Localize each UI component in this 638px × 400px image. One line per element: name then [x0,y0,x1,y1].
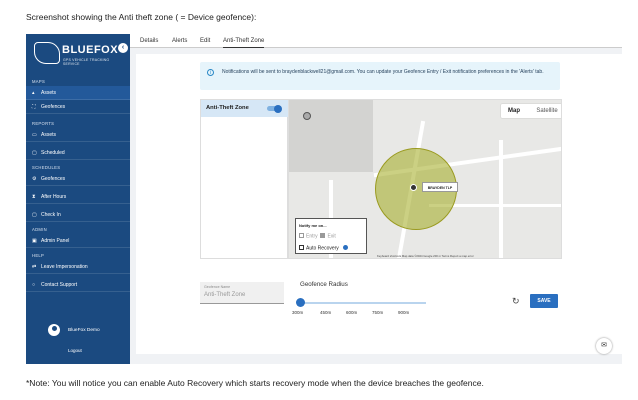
tab-details[interactable]: Details [140,34,158,48]
radius-tick: 900m [398,310,410,315]
notification-text: Notifications will be sent to braydenbla… [222,69,544,75]
sidebar-item-after-hours[interactable]: ⧗ After Hours [26,190,130,204]
notification-banner: i Notifications will be sent to braydenb… [200,62,560,90]
device-pin-icon[interactable] [410,184,417,191]
tab-bar: Details Alerts Edit Anti-Theft Zone [130,34,622,48]
sidebar: BLUEFOX GPS VEHICLE TRACKING SERVICE ‹ M… [26,34,130,364]
logout-link[interactable]: Logout [68,348,82,353]
map-type-map-button[interactable]: Map [501,104,527,118]
panel-icon: ▣ [32,238,37,244]
sidebar-item-geofences-map[interactable]: ⛶ Geofences [26,100,130,114]
chat-icon[interactable]: ✉ [596,338,612,354]
fox-logo-icon [34,42,60,64]
auto-recovery-checkbox[interactable] [299,245,304,250]
notify-popup: Notify me on... Entry Exit Auto Recovery [295,218,367,254]
fence-icon: ⛶ [32,104,36,110]
chart-icon: ▴ [32,90,35,96]
sidebar-item-assets-map[interactable]: ▴ Assets [26,86,130,100]
exit-label: Exit [327,233,336,240]
gear-icon: ⚙ [32,176,37,182]
logo-text: BLUEFOX [62,44,119,56]
caption-top: Screenshot showing the Anti theft zone (… [26,12,257,22]
map-type-switch: Map Satellite [501,104,561,118]
info-icon[interactable] [342,245,348,250]
car-icon: ▭ [32,132,37,138]
avatar-icon [48,324,60,336]
radius-tick: 600m [346,310,358,315]
section-admin: ADMIN [32,227,47,232]
calendar-icon: ▢ [32,212,37,218]
notify-entry-exit-row: Entry Exit [299,233,336,240]
map-attribution: Keyboard shortcuts Map data ©2024 Google… [377,254,474,258]
sidebar-item-leave-impersonation[interactable]: ⇄ Leave Impersonation [26,260,130,274]
sidebar-item-contact-support[interactable]: ○ Contact Support [26,278,130,292]
section-maps: MAPS [32,79,46,84]
hourglass-icon: ⧗ [32,194,36,200]
zone-title: Anti-Theft Zone [206,105,249,111]
exit-checkbox[interactable] [320,233,326,238]
reset-icon[interactable]: ↻ [512,296,520,307]
entry-checkbox[interactable] [299,233,304,238]
section-reports: REPORTS [32,121,55,126]
sidebar-item-assets-report[interactable]: ▭ Assets [26,128,130,142]
section-schedules: SCHEDULES [32,165,61,170]
zone-list-panel: Anti-Theft Zone [200,99,289,259]
save-button[interactable]: SAVE [530,294,558,308]
tab-anti-theft-zone[interactable]: Anti-Theft Zone [223,34,265,48]
radius-tick: 450m [320,310,332,315]
auto-recovery-row: Auto Recovery [299,245,348,252]
sidebar-item-admin-panel[interactable]: ▣ Admin Panel [26,234,130,248]
map-type-satellite-button[interactable]: Satellite [527,104,561,118]
radius-slider-track[interactable] [300,302,426,304]
logo-subtitle: GPS VEHICLE TRACKING SERVICE [63,58,110,66]
logo: BLUEFOX GPS VEHICLE TRACKING SERVICE [32,40,124,72]
geofence-name-value: Anti-Theft Zone [204,292,246,298]
app-screenshot: BLUEFOX GPS VEHICLE TRACKING SERVICE ‹ M… [26,34,622,364]
caption-bottom: *Note: You will notice you can enable Au… [26,378,484,388]
sidebar-item-check-in[interactable]: ▢ Check In [26,208,130,222]
calendar-icon: ▢ [32,150,37,156]
main-content: i Notifications will be sent to braydenb… [136,54,622,354]
auto-recovery-label: Auto Recovery [306,245,339,252]
sidebar-item-geofences-schedule[interactable]: ⚙ Geofences [26,172,130,186]
geofence-name-label: Geofence Name [204,285,231,289]
user-name: BlueFox Demo [68,328,100,333]
radius-tick: 300m [292,310,304,315]
map-road [499,140,503,258]
geofence-name-field[interactable]: Geofence Name Anti-Theft Zone [200,282,284,304]
toggle-knob [274,104,282,113]
sidebar-item-scheduled[interactable]: ▢ Scheduled [26,146,130,160]
radius-slider-handle[interactable] [296,298,305,307]
radius-tick: 750m [372,310,384,315]
user-swap-icon: ⇄ [32,264,37,270]
zone-list-header[interactable]: Anti-Theft Zone [201,100,289,117]
tab-alerts[interactable]: Alerts [172,34,187,48]
support-icon: ○ [32,282,36,288]
info-icon: i [207,69,214,76]
map-unloaded-area [289,100,373,172]
zone-toggle[interactable] [267,104,282,113]
map-marker-icon [303,112,311,120]
radius-title: Geofence Radius [300,281,348,288]
device-label: BRAYDEN TLP [422,182,458,192]
tab-edit[interactable]: Edit [200,34,210,48]
section-help: HELP [32,253,45,258]
collapse-sidebar-button[interactable]: ‹ [118,43,128,53]
notify-title: Notify me on... [299,223,327,228]
map[interactable]: BRAYDEN TLP Map Satellite + − Notify me … [288,99,562,259]
entry-label: Entry [306,233,318,240]
